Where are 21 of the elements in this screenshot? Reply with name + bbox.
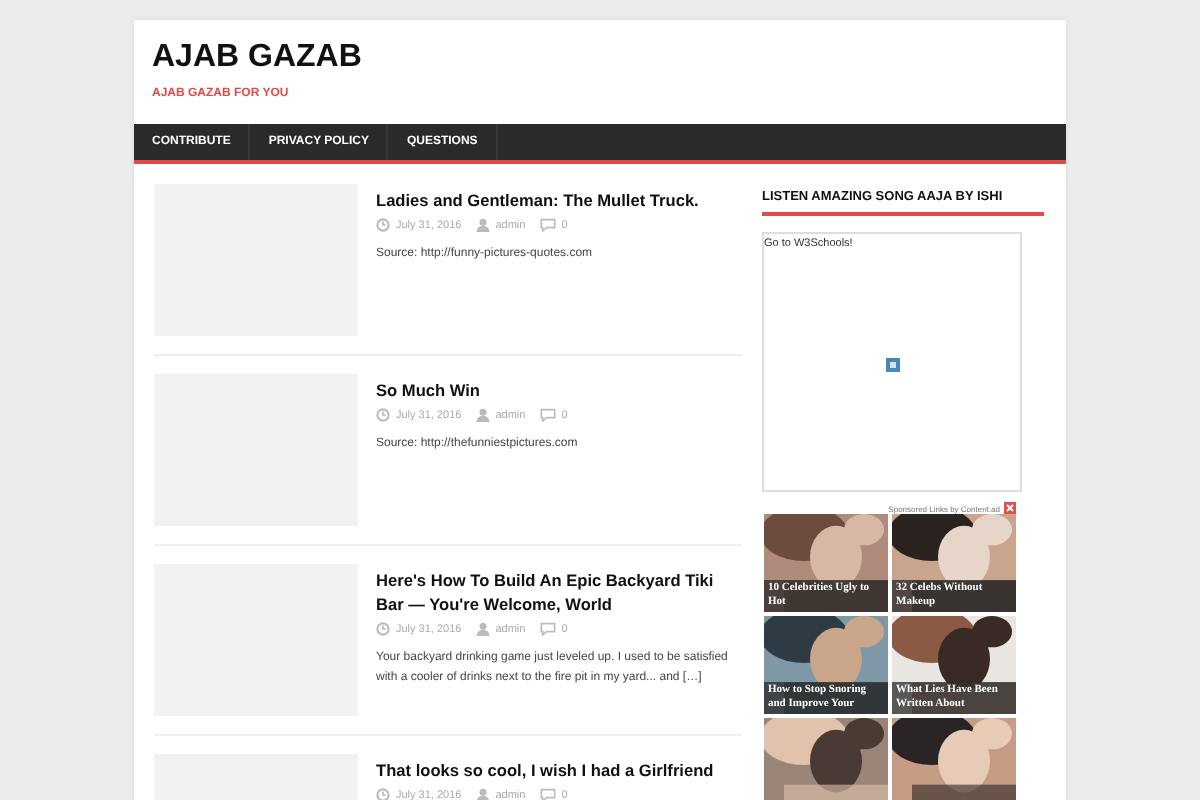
user-icon xyxy=(475,622,490,636)
ad-tile[interactable] xyxy=(892,718,1016,800)
post-title[interactable]: Here's How To Build An Epic Backyard Tiki Bar — You're Welcome, World xyxy=(376,568,742,616)
post-title[interactable]: That looks so cool, I wish I had a Girlfriend xyxy=(376,758,742,782)
user-icon xyxy=(475,218,490,232)
site-title[interactable]: AJAB GAZAB xyxy=(152,40,1048,76)
clock-icon xyxy=(376,218,390,232)
post-title[interactable]: So Much Win xyxy=(376,378,742,402)
comment-icon xyxy=(539,218,556,232)
comment-icon xyxy=(539,788,556,800)
user-icon xyxy=(475,408,490,422)
ad-tile[interactable] xyxy=(764,718,888,800)
clock-icon xyxy=(376,408,390,422)
post-title[interactable]: Ladies and Gentleman: The Mullet Truck. xyxy=(376,188,742,212)
close-icon[interactable] xyxy=(1004,502,1016,514)
clock-icon xyxy=(376,788,390,800)
user-icon xyxy=(475,788,490,800)
clock-icon xyxy=(376,622,390,636)
broken-image-icon xyxy=(886,358,900,372)
comment-icon xyxy=(539,622,556,636)
comment-icon xyxy=(539,408,556,422)
